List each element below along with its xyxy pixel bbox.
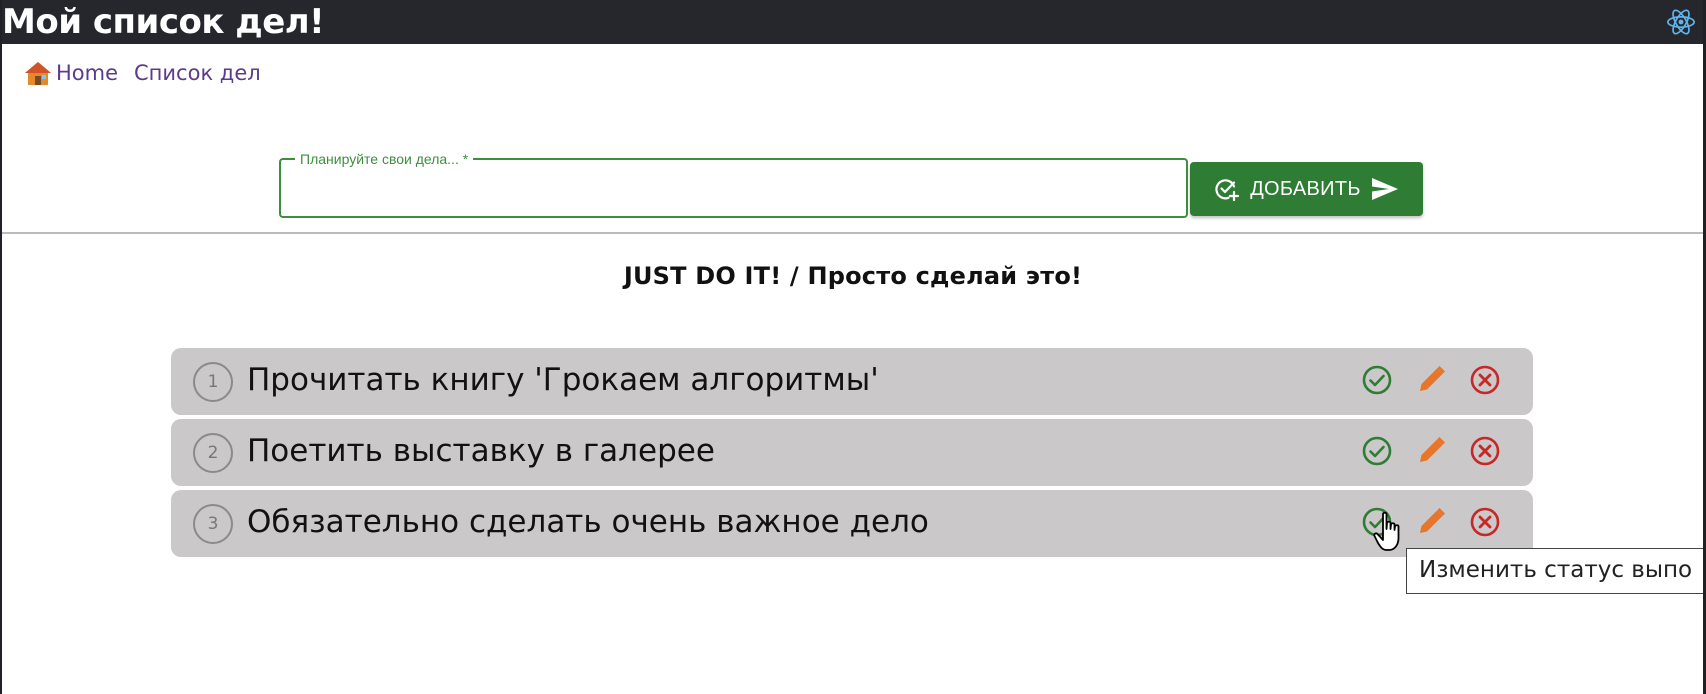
check-circle-icon [1362,365,1392,395]
close-circle-icon [1470,365,1500,395]
add-task-button[interactable]: ДОБАВИТЬ [1190,162,1423,216]
task-item: 1 Прочитать книгу 'Грокаем алгоритмы' [171,348,1533,415]
task-list: 1 Прочитать книгу 'Грокаем алгоритмы' 2 … [171,348,1533,561]
react-atom-icon [1666,7,1696,37]
task-actions [1361,362,1501,398]
delete-task-button[interactable] [1469,504,1501,540]
add-task-button-label: ДОБАВИТЬ [1250,177,1361,200]
task-number: 2 [193,433,233,473]
house-icon [24,60,52,86]
task-item: 3 Обязательно сделать очень важное дело [171,490,1533,557]
task-text: Обязательно сделать очень важное дело [247,504,929,540]
pencil-icon [1420,437,1445,462]
motto-heading: JUST DO IT! / Просто сделай это! [623,262,1083,290]
divider [0,232,1706,234]
window-edge-left [0,0,2,694]
task-text: Поетить выставку в галерее [247,433,715,469]
edit-task-button[interactable] [1415,362,1447,398]
nav-bar: Home Список дел [24,58,261,88]
nav-link-label: Home [56,61,119,85]
hand-cursor-icon [1372,511,1408,553]
close-circle-icon [1470,507,1500,537]
tooltip: Изменить статус выпо [1406,548,1706,594]
task-input[interactable] [283,168,1183,214]
task-input-label: Планируйте свои дела... * [300,151,469,167]
pencil-icon [1420,366,1445,391]
pencil-icon [1420,508,1445,533]
toggle-status-button[interactable] [1361,433,1393,469]
task-item: 2 Поетить выставку в галерее [171,419,1533,486]
send-icon [1371,177,1399,201]
add-task-form: Планируйте свои дела... * ДОБАВИТЬ [279,152,1423,218]
check-circle-icon [1362,436,1392,466]
toggle-status-button[interactable] [1361,362,1393,398]
app-header: Мой список дел! [0,0,1706,44]
delete-task-button[interactable] [1469,433,1501,469]
task-number: 1 [193,362,233,402]
nav-link-todo-list[interactable]: Список дел [134,61,261,85]
app-title: Мой список дел! [2,2,325,42]
add-task-icon [1214,176,1240,202]
edit-task-button[interactable] [1415,504,1447,540]
delete-task-button[interactable] [1469,362,1501,398]
task-input-wrapper: Планируйте свои дела... * [279,152,1188,218]
close-circle-icon [1470,436,1500,466]
task-number: 3 [193,504,233,544]
task-text: Прочитать книгу 'Грокаем алгоритмы' [247,362,879,398]
nav-link-home[interactable]: Home [24,60,118,86]
app-page: Мой список дел! Home Список дел Планируй… [0,0,1706,694]
nav-link-label: Список дел [134,61,261,85]
edit-task-button[interactable] [1415,433,1447,469]
task-actions [1361,433,1501,469]
